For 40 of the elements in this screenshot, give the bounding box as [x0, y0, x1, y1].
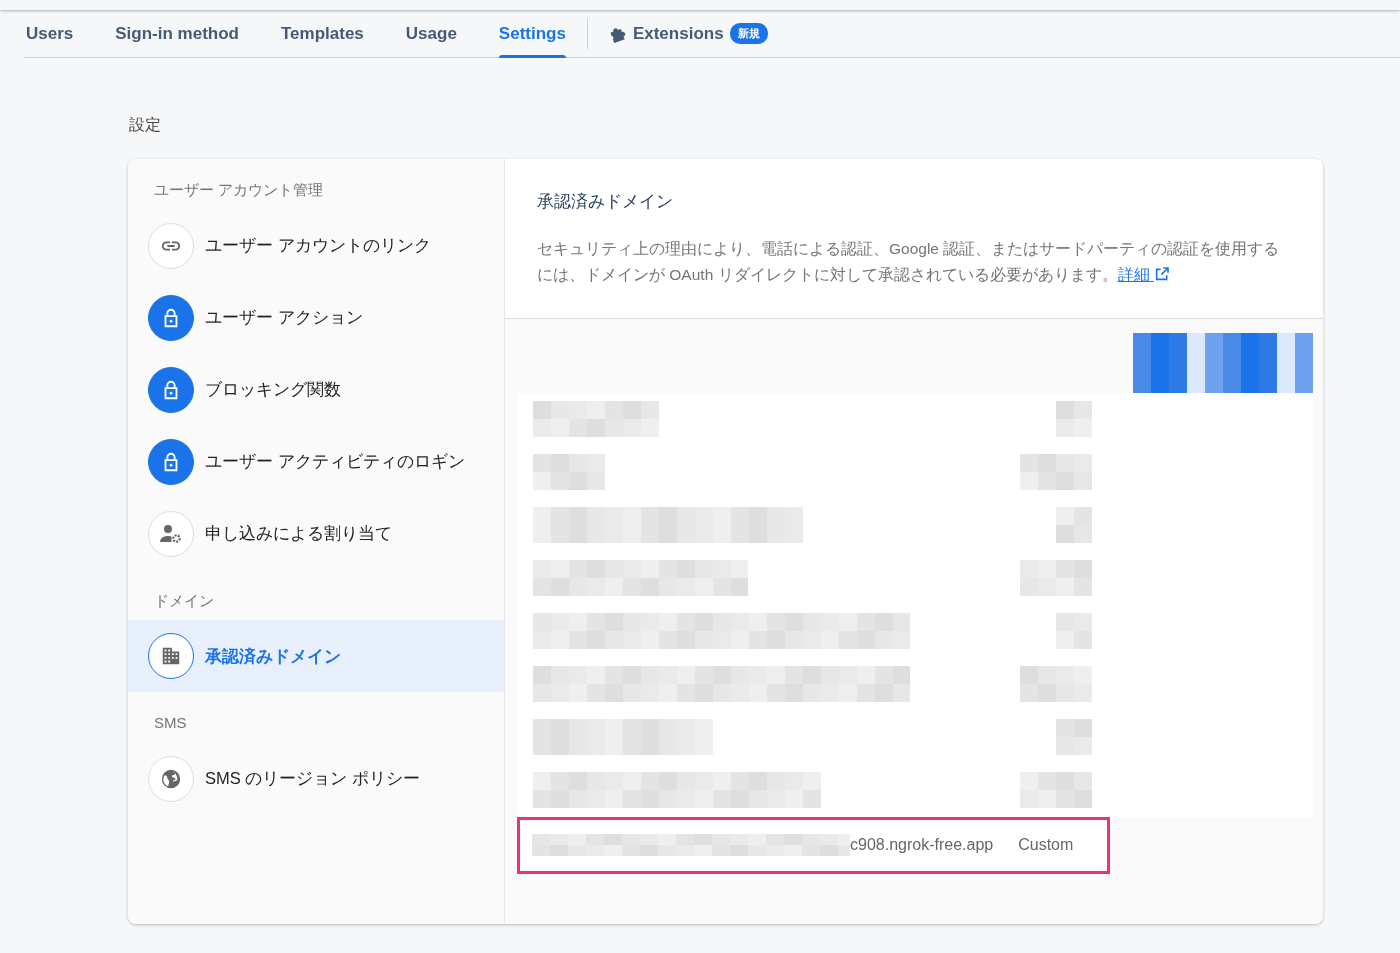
domain-type: Custom — [1018, 835, 1074, 856]
section-heading: ユーザー アカウント管理 — [153, 180, 325, 200]
redacted-text — [1020, 454, 1092, 491]
sidebar-item[interactable]: ユーザー アクション — [128, 281, 504, 354]
redacted-text — [1020, 772, 1092, 809]
domain-text: c908.ngrok-free.app — [850, 835, 994, 856]
redacted-text — [533, 454, 605, 491]
sidebar-item[interactable]: ブロッキング関数 — [128, 353, 504, 426]
redacted-text — [1020, 666, 1092, 703]
lock-icon — [148, 366, 194, 413]
tab[interactable]: Usage — [384, 10, 478, 57]
redacted-text — [1020, 560, 1092, 597]
redacted-text — [1056, 719, 1092, 756]
lock-icon — [148, 438, 194, 485]
page-title: 設定 — [129, 115, 162, 135]
lock-icon — [148, 294, 194, 341]
globe-icon — [148, 755, 194, 802]
tab[interactable]: Users — [24, 10, 95, 57]
sidebar-item[interactable]: ユーザー アカウントのリンク — [128, 209, 504, 282]
sidebar-item[interactable]: SMS のリージョン ポリシー — [128, 742, 504, 815]
tab[interactable]: Settings — [477, 10, 587, 57]
sidebar-item[interactable]: ユーザー アクティビティのロギン — [128, 425, 504, 498]
details-link[interactable]: 詳細 — [1117, 265, 1170, 283]
description: セキュリティ上の理由により、電話による認証、Google 認証、またはサードパーティの認証を使用するには、ドメインが OAuth リダイレクトに対して承認されている必要があります。詳細 — [537, 238, 1281, 285]
user-settings-icon — [148, 510, 194, 557]
redacted-text — [1056, 507, 1092, 544]
tab[interactable]: Extensions 新規 — [587, 10, 789, 57]
section-heading: SMS — [153, 713, 188, 733]
section-title: 承認済みドメイン — [537, 191, 674, 212]
tab[interactable]: Sign-in method — [94, 10, 260, 57]
external-link-icon — [1153, 265, 1170, 282]
link-icon — [148, 222, 194, 269]
new-badge: 新規 — [729, 23, 768, 44]
redacted-text — [1056, 613, 1092, 650]
building-icon — [148, 633, 194, 679]
section-heading: ドメイン — [153, 590, 215, 611]
redacted-text — [1056, 401, 1092, 438]
sidebar-item[interactable]: 承認済みドメイン — [128, 620, 504, 692]
sidebar-item[interactable]: 申し込みによる割り当て — [128, 497, 504, 570]
tab[interactable]: Templates — [260, 10, 385, 57]
